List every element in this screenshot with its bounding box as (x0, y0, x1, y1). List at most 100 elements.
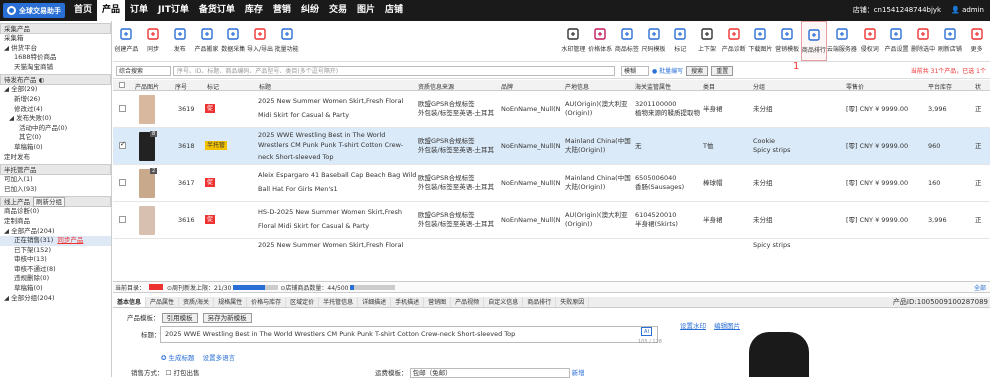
edit-image-link[interactable]: 编辑图片 (714, 322, 740, 330)
title-input[interactable]: 2025 WWE Wrestling Best in The World Wre… (160, 326, 658, 343)
template-select[interactable]: 引用模板 (161, 313, 198, 323)
toolbar-button[interactable]: 导入/导出 (247, 21, 274, 61)
sidebar-item[interactable]: 活动中的产品(0) (0, 124, 111, 134)
toolbar-button[interactable]: 产品设置 (883, 21, 910, 61)
column-header[interactable]: 分组 (753, 82, 765, 91)
sync-product-link[interactable]: 同步产品 (57, 236, 83, 244)
refresh-group-button[interactable]: 刷新分组 (33, 197, 65, 208)
sidebar-section-head[interactable]: 半托管产品 (0, 164, 111, 176)
mark-badge[interactable]: 半托管 (205, 141, 228, 150)
nav-item[interactable]: 库存 (240, 0, 268, 21)
toolbar-button[interactable]: 商品排行 (800, 21, 828, 61)
toolbar-button[interactable]: 同步 (140, 21, 167, 61)
toolbar-button[interactable]: 价格体系 (587, 21, 614, 61)
sidebar-item[interactable]: 其它(0) (0, 133, 111, 143)
column-header[interactable]: 标记 (207, 82, 219, 91)
detail-tab[interactable]: 失败原因 (556, 297, 590, 307)
sidebar-item[interactable]: 审核中(13) (0, 255, 111, 265)
nav-item[interactable]: JIT订单 (153, 0, 194, 21)
detail-tab[interactable]: 半托管信息 (319, 297, 359, 307)
column-header[interactable]: 序号 (175, 82, 187, 91)
column-header[interactable]: 类目 (703, 82, 715, 91)
ai-button[interactable]: AI (641, 327, 652, 336)
nav-item[interactable]: 交易 (324, 0, 352, 21)
batch-edit-link[interactable]: ● 批量编写 (652, 66, 683, 75)
toolbar-button[interactable]: 产品搬家 (193, 21, 220, 61)
toolbar-button[interactable]: 刷新店铺 (937, 21, 964, 61)
toolbar-button[interactable]: 营销模板 (774, 21, 801, 61)
sidebar-item[interactable]: ◢ 全部(29) (0, 85, 111, 95)
generate-title-link[interactable]: ✪ 生成标题 (161, 354, 195, 362)
column-header[interactable]: 产品图片 (135, 82, 159, 91)
mark-badge[interactable]: 促 (205, 215, 216, 224)
match-mode-select[interactable]: 模糊 (621, 65, 649, 76)
mark-badge[interactable]: 促 (205, 178, 216, 187)
toolbar-button[interactable]: 水印管理 (560, 21, 587, 61)
detail-tab[interactable]: 详细描述 (358, 297, 392, 307)
sidebar-item[interactable]: 草稿箱(0) (0, 284, 111, 294)
set-language-link[interactable]: 设置多语言 (203, 354, 236, 362)
user-menu[interactable]: 👤 admin (951, 0, 984, 21)
detail-tab[interactable]: 基本信息 (113, 297, 147, 307)
sidebar-item[interactable]: 正在销售(31) 同步产品 (0, 236, 111, 246)
toolbar-button[interactable]: 数据采集 (220, 21, 247, 61)
row-checkbox[interactable] (119, 216, 126, 223)
sidebar-section-head[interactable]: 待发布产品 ◐ (0, 74, 111, 86)
toolbar-button[interactable]: 侵权词 (856, 21, 883, 61)
detail-tab[interactable]: 资质/海关 (179, 297, 215, 307)
sidebar-item[interactable]: 修改过(4) (0, 105, 111, 115)
app-logo[interactable]: 全球交易助手 (3, 3, 65, 18)
detail-tab[interactable]: 区域定价 (286, 297, 320, 307)
sidebar-item[interactable]: ◢ 供货平台 (0, 44, 111, 54)
reset-button[interactable]: 重置 (711, 65, 734, 76)
table-row-partial[interactable]: 2025 New Summer Women Skirt,Fresh Floral… (113, 239, 990, 275)
sidebar-section-head[interactable]: 线上产品 刷新分组 (0, 196, 111, 208)
sidebar-item[interactable]: ◢ 全部产品(204) (0, 227, 111, 237)
toolbar-button[interactable]: 产品诊断 (720, 21, 747, 61)
detail-tab[interactable]: 产品视频 (451, 297, 485, 307)
nav-item[interactable]: 首页 (69, 0, 97, 21)
toolbar-button[interactable]: 云端服务器 (827, 21, 857, 61)
nav-item[interactable]: 营销 (268, 0, 296, 21)
sale-mode-checkbox[interactable]: ☐ 打包出售 (166, 369, 200, 377)
toolbar-button[interactable]: 发布 (166, 21, 193, 61)
search-input[interactable]: 序号、ID、标题、商品编码、产品型号、类目(多个逗号隔开) (173, 65, 615, 76)
store-selector[interactable]: 店铺：cn1541248744bjyk (853, 0, 941, 21)
toolbar-button[interactable]: 创建产品 (113, 21, 140, 61)
product-thumbnail[interactable] (139, 206, 155, 235)
detail-tab[interactable]: 商品排行 (523, 297, 557, 307)
column-header[interactable]: 品牌 (501, 82, 513, 91)
column-header[interactable]: 零售价 (846, 82, 864, 91)
toolbar-button[interactable]: 删除选中 (910, 21, 937, 61)
toolbar-button[interactable]: 标记 (667, 21, 694, 61)
detail-tab[interactable]: 价格与库存 (247, 297, 287, 307)
column-header[interactable]: 平台库存 (928, 82, 952, 91)
column-header[interactable]: 标题 (259, 82, 271, 91)
sidebar-item[interactable]: 定制商品 (0, 217, 111, 227)
column-header[interactable]: 状 (975, 82, 981, 91)
nav-item[interactable]: 纠纷 (296, 0, 324, 21)
detail-tab[interactable]: 产品属性 (146, 297, 180, 307)
toolbar-button[interactable]: 批量功能 (273, 21, 300, 61)
toolbar-button[interactable]: 下载图片 (747, 21, 774, 61)
search-button[interactable]: 搜索 (686, 65, 709, 76)
toolbar-button[interactable]: 上下架 (694, 21, 721, 61)
nav-item[interactable]: 图片 (352, 0, 380, 21)
detail-tab[interactable]: 手机描述 (391, 297, 425, 307)
toolbar-button[interactable]: 尺码模板 (640, 21, 667, 61)
column-header[interactable]: 产地信息 (565, 82, 589, 91)
nav-item[interactable]: 店铺 (380, 0, 408, 21)
sidebar-item[interactable]: 新增(26) (0, 95, 111, 105)
save-template-button[interactable]: 另存为新模板 (202, 313, 252, 323)
sidebar-item[interactable]: 草稿箱(0) (0, 143, 111, 153)
table-row[interactable]: 8 3618 半托管 2025 WWE Wrestling Best in The W… (113, 128, 990, 165)
toolbar-button[interactable]: 商品标签 (613, 21, 640, 61)
sidebar-item[interactable]: 天猫淘宝商铺 (0, 63, 111, 73)
select-all-checkbox[interactable] (119, 82, 125, 88)
detail-tab[interactable]: 自定义信息 (484, 297, 524, 307)
sidebar-item[interactable]: ◢ 全部分组(204) (0, 294, 111, 304)
row-checkbox[interactable] (119, 140, 126, 149)
sidebar-item[interactable]: 可加入(1) (0, 175, 111, 185)
nav-item[interactable]: 备货订单 (194, 0, 240, 21)
sidebar-item[interactable]: 1688特价商品 (0, 53, 111, 63)
